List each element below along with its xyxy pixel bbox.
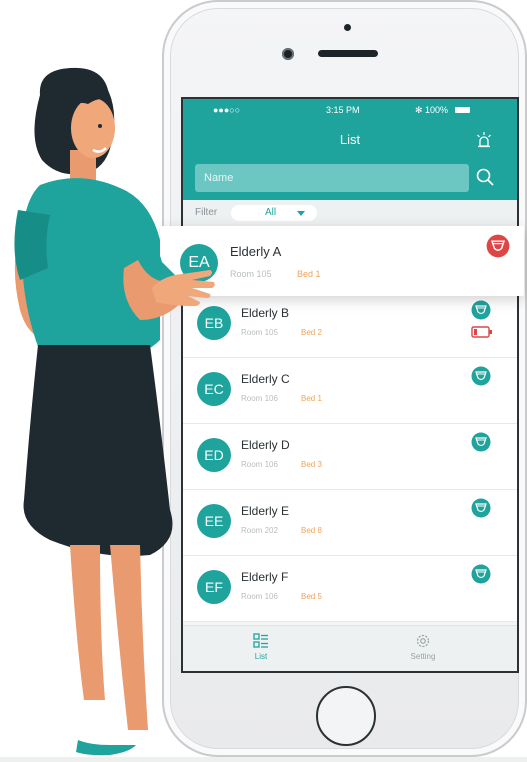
filter-value: All xyxy=(265,207,277,218)
tab-setting-label: Setting xyxy=(410,652,436,661)
room-label: Room 106 xyxy=(241,460,278,469)
elderly-name: Elderly B xyxy=(241,306,290,320)
search-icon[interactable] xyxy=(475,167,495,187)
room-label: Room 106 xyxy=(241,394,278,403)
diaper-icon xyxy=(471,300,491,320)
app-header: ●●●○○ 3:15 PM ✻ 100% List xyxy=(183,99,517,200)
alarm-light-icon[interactable] xyxy=(475,131,493,149)
battery-low-icon xyxy=(471,326,492,338)
proximity-sensor xyxy=(344,24,351,31)
diaper-icon xyxy=(471,564,491,584)
page-title: List xyxy=(339,132,361,147)
gear-icon xyxy=(416,634,430,648)
list-item[interactable]: EC Elderly C Room 106 Bed 1 xyxy=(183,358,517,424)
phone-screen: ●●●○○ 3:15 PM ✻ 100% List Filter All xyxy=(181,97,519,673)
tab-list[interactable]: List xyxy=(231,632,291,661)
list-icon xyxy=(253,633,268,648)
home-button[interactable] xyxy=(316,686,376,746)
elderly-name: Elderly E xyxy=(241,504,290,518)
list-item[interactable]: EF Elderly F Room 106 Bed 5 xyxy=(183,556,517,622)
tab-list-label: List xyxy=(254,652,268,661)
battery-icon xyxy=(455,107,470,113)
chevron-down-icon xyxy=(297,211,305,216)
bed-label: Bed 1 xyxy=(297,269,321,279)
bed-label: Bed 2 xyxy=(301,328,322,337)
hand-illustration xyxy=(152,270,215,306)
status-battery: ✻ 100% xyxy=(415,105,449,115)
diaper-icon xyxy=(471,498,491,518)
diaper-icon xyxy=(471,366,491,386)
room-label: Room 106 xyxy=(241,592,278,601)
elderly-name: Elderly C xyxy=(241,372,290,386)
bottom-tab-bar: List Setting xyxy=(183,625,517,671)
filter-bar: Filter All xyxy=(183,200,517,226)
list-item[interactable]: ED Elderly D Room 106 Bed 3 xyxy=(183,424,517,490)
tab-setting[interactable]: Setting xyxy=(393,632,453,661)
bed-label: Bed 8 xyxy=(301,526,322,535)
elderly-name: Elderly A xyxy=(230,244,282,259)
elderly-name: Elderly F xyxy=(241,570,289,584)
bed-label: Bed 5 xyxy=(301,592,322,601)
filter-dropdown[interactable]: All xyxy=(231,205,317,221)
front-camera xyxy=(282,48,294,60)
room-label: Room 105 xyxy=(241,328,278,337)
elderly-name: Elderly D xyxy=(241,438,290,452)
room-label: Room 105 xyxy=(230,269,272,279)
list-item[interactable]: EE Elderly E Room 202 Bed 8 xyxy=(183,490,517,556)
search-input[interactable] xyxy=(195,164,469,192)
bed-label: Bed 1 xyxy=(301,394,322,403)
diaper-icon xyxy=(471,432,491,452)
room-label: Room 202 xyxy=(241,526,278,535)
diaper-alert-icon xyxy=(486,234,510,258)
woman-illustration xyxy=(14,67,190,756)
earpiece-speaker xyxy=(318,50,378,57)
status-time: 3:15 PM xyxy=(326,105,360,115)
search-field[interactable] xyxy=(195,164,469,192)
bed-label: Bed 3 xyxy=(301,460,322,469)
list-item[interactable]: EB Elderly B Room 105 Bed 2 xyxy=(183,292,517,358)
